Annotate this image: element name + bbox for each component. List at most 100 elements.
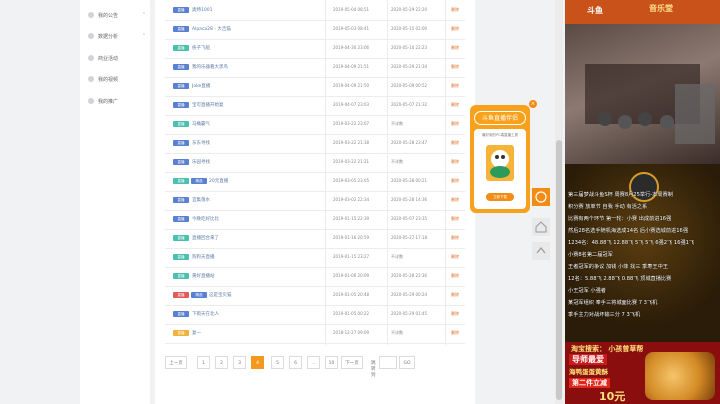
stream-video[interactable] — [565, 24, 720, 164]
delete-button[interactable]: 删除 — [451, 7, 459, 13]
video-title-link[interactable]: 下雨天在北人 — [192, 311, 219, 317]
start-time: 2019-04-07 23:03 — [333, 102, 370, 107]
video-title-link[interactable]: 侠子飞船 — [192, 45, 210, 51]
delete-button[interactable]: 删除 — [451, 197, 459, 203]
chat-line: 积分赛 放单节 自我 手动 有活之系 — [568, 204, 648, 210]
sidebar-item-label: 商业活动 — [98, 55, 119, 62]
go-button[interactable]: GO — [399, 356, 415, 369]
scrollbar-thumb[interactable] — [556, 140, 562, 400]
category-tag: 直播 — [173, 45, 189, 51]
sidebar-item[interactable]: 商业活动 — [88, 52, 146, 64]
prev-page-button[interactable]: 上一页 — [165, 356, 187, 369]
delete-button[interactable]: 删除 — [451, 64, 459, 70]
video-title-link[interactable]: 这是宝贝猫 — [209, 292, 232, 298]
start-time: 2019-03-22 23:07 — [333, 121, 370, 126]
delete-button[interactable]: 删除 — [451, 45, 459, 51]
table-row: 直播 今晚吃好比比 2019-01-15 22:39 2020-05-07 23:35… — [165, 209, 465, 230]
shop-product: 海鸭蛋蛋黄酥 — [569, 368, 608, 376]
video-title-link[interactable]: Joke直播 — [192, 83, 210, 89]
home-tool[interactable] — [532, 218, 550, 236]
video-title-link[interactable]: 狗狗天直播 — [192, 254, 215, 260]
delete-button[interactable]: 删除 — [451, 330, 459, 336]
sidebar-item[interactable]: 我的公告 ⌃ — [88, 9, 146, 21]
delete-button[interactable]: 删除 — [451, 292, 459, 298]
table-row: 直播 奥特1001 2019-05-04 08:51 2020-05-29 22:20… — [165, 0, 465, 21]
sidebar-item[interactable]: 我的推广 — [88, 95, 146, 107]
delete-button[interactable]: 删除 — [451, 216, 459, 222]
delete-button[interactable]: 删除 — [451, 102, 459, 108]
video-title-link[interactable]: 马桶霸气 — [192, 121, 210, 127]
sidebar-item[interactable]: 数据分析 ⌃ — [88, 30, 146, 42]
page-button[interactable]: 3 — [233, 356, 246, 369]
video-title-link[interactable]: 乐园寻找 — [192, 159, 210, 165]
page-button[interactable]: 6 — [289, 356, 302, 369]
video-title-link[interactable]: 我的乐器看大黑鸟 — [192, 64, 228, 70]
end-time: 2020-05-27 17:18 — [391, 235, 428, 240]
delete-button[interactable]: 删除 — [451, 26, 459, 32]
chat-line: 小赛8名第二届冠军 — [568, 252, 613, 258]
promote-icon — [88, 98, 94, 104]
ad-close-button[interactable]: × — [529, 100, 537, 108]
banner-right-text: 音乐堂 — [649, 4, 673, 13]
start-time: 2019-03-22 21:31 — [333, 159, 370, 164]
page-button[interactable]: 5 — [271, 356, 284, 369]
back-to-top-tool[interactable] — [532, 242, 550, 260]
page-button[interactable]: ... — [307, 356, 320, 369]
start-time: 2019-01-16 20:59 — [333, 235, 370, 240]
end-time: 不详数 — [391, 254, 403, 259]
sidebar-item[interactable]: 我的视频 — [88, 73, 146, 85]
table-row: 直播 狗狗天直播 2019-01-15 23:27 不详数 删除 — [165, 247, 465, 268]
video-title-link[interactable]: 复一 — [192, 330, 201, 336]
table-row: 直播 精选 20元直播 2019-03-05 23:05 2020-05-28 00:2… — [165, 171, 465, 192]
page-button[interactable]: 10 — [325, 356, 338, 369]
live-stream-panel[interactable]: 斗鱼 音乐堂 第三届梦战斗鱼S杯 周赛8月25举行-本周赛制 积分赛 放单节 自我… — [565, 0, 720, 404]
next-page-button[interactable]: 下一页 — [341, 356, 363, 369]
delete-button[interactable]: 删除 — [451, 254, 459, 260]
video-title-link[interactable]: 20元直播 — [209, 178, 228, 184]
delete-button[interactable]: 删除 — [451, 83, 459, 89]
feedback-tool[interactable] — [532, 188, 550, 206]
live-companion-ad[interactable]: 斗鱼直播伴侣 最好用的PC端直播工具 立即下载 — [470, 105, 530, 213]
goto-page-input[interactable] — [379, 356, 397, 369]
product-image — [645, 352, 715, 400]
delete-button[interactable]: 删除 — [451, 235, 459, 241]
page-button[interactable]: 4 — [251, 356, 264, 369]
video-title-link[interactable]: 东东寻找 — [192, 140, 210, 146]
page-button[interactable]: 1 — [197, 356, 210, 369]
video-title-link[interactable]: 直播回合来了 — [192, 235, 219, 241]
delete-button[interactable]: 删除 — [451, 273, 459, 279]
start-time: 2019-01-15 23:27 — [333, 254, 370, 259]
chevron-icon: ⌃ — [141, 12, 146, 18]
video-title-link[interactable]: 黄好直播站 — [192, 273, 215, 279]
download-button[interactable]: 立即下载 — [486, 193, 514, 201]
end-time: 2020-05-28 23:47 — [391, 140, 428, 145]
video-title-link[interactable]: Alpaca28 - 大吉猫 — [192, 26, 231, 32]
table-row: 直播 东东寻找 2019-03-22 21:38 2020-05-28 23:47 删除 — [165, 133, 465, 154]
end-time: 2020-05-28 00:21 — [391, 178, 428, 183]
video-title-link[interactable]: 宜集落水 — [192, 197, 210, 203]
delete-button[interactable]: 删除 — [451, 121, 459, 127]
chat-overlay: 第三届梦战斗鱼S杯 周赛8月25举行-本周赛制 积分赛 放单节 自我 手动 有活之… — [565, 164, 720, 342]
start-time: 2019-04-09 21:50 — [333, 83, 370, 88]
delete-button[interactable]: 删除 — [451, 178, 459, 184]
chat-line: 小王冠军 小强者 — [568, 288, 606, 294]
delete-button[interactable]: 删除 — [451, 311, 459, 317]
shop-ad[interactable]: 淘宝搜索： 小孩曾草帮 导师最爱 海鸭蛋蛋黄酥 第二件立减 10元 — [565, 342, 720, 404]
delete-button[interactable]: 删除 — [451, 140, 459, 146]
video-title-link[interactable]: 今晚吃好比比 — [192, 216, 219, 222]
sidebar-item-label: 我的公告 — [98, 12, 119, 19]
chat-line: 第三届梦战斗鱼S杯 周赛8月25举行-本周赛制 — [568, 192, 673, 198]
chart-icon — [88, 33, 94, 39]
video-title-link[interactable]: 奥特1001 — [192, 7, 212, 13]
video-title-link[interactable]: 宝可直播开始复 — [192, 102, 224, 108]
sidebar: 我的公告 ⌃ 数据分析 ⌃ 商业活动 我的视频 我的推广 — [80, 0, 150, 404]
delete-button[interactable]: 删除 — [451, 159, 459, 165]
table-row: 直播 马桶霸气 2019-03-22 23:07 不详数 删除 — [165, 114, 465, 135]
start-time: 2019-03-02 22:34 — [333, 197, 370, 202]
chevron-icon: ⌃ — [141, 33, 146, 39]
table-row: 直播 宜集落水 2019-03-02 22:34 2020-05-28 14:36 删除 — [165, 190, 465, 211]
page-button[interactable]: 2 — [215, 356, 228, 369]
end-time: 不详数 — [391, 159, 403, 164]
table-row: 直播 乐园寻找 2019-03-22 21:31 不详数 删除 — [165, 152, 465, 173]
stream-banner: 斗鱼 音乐堂 — [565, 0, 720, 24]
